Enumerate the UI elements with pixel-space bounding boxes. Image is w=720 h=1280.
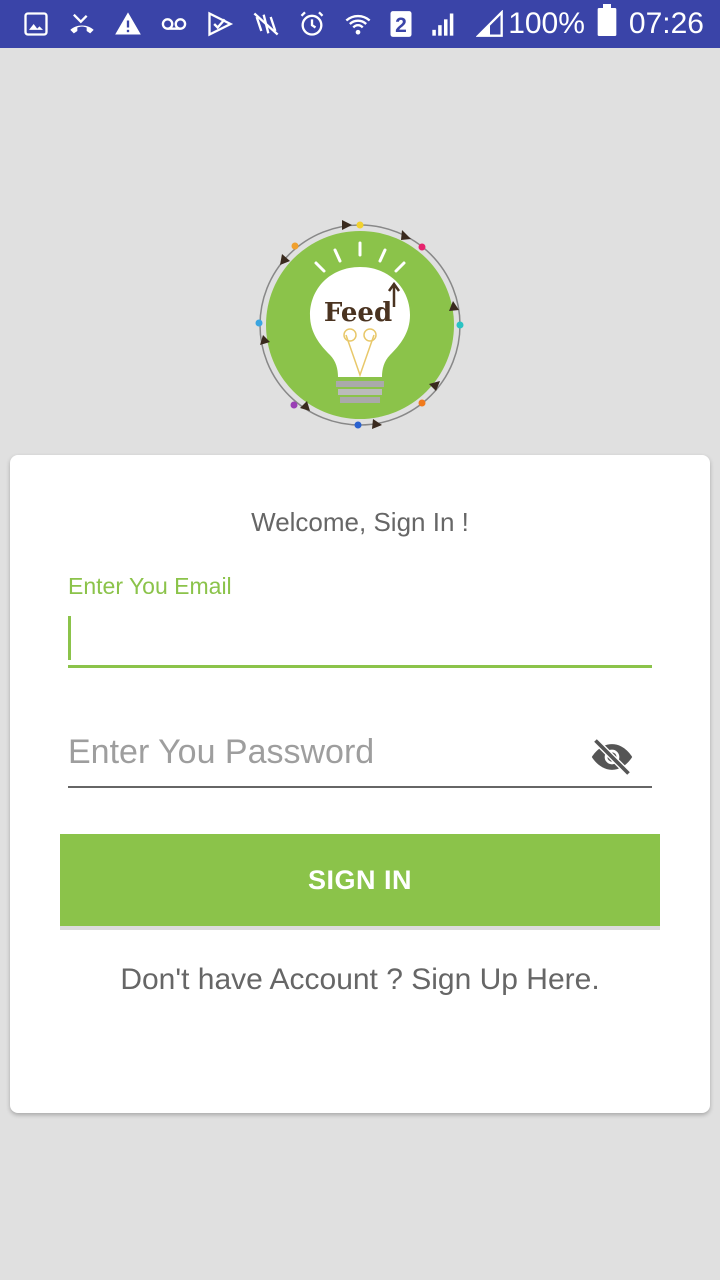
sign-up-link[interactable]: Don't have Account ? Sign Up Here.: [10, 963, 710, 997]
email-field-label: Enter You Email: [68, 573, 232, 599]
sign-in-card: Welcome, Sign In ! Enter You Email Enter…: [10, 455, 710, 1113]
welcome-heading: Welcome, Sign In !: [251, 507, 469, 537]
password-placeholder: Enter You Password: [68, 733, 375, 771]
email-field[interactable]: [68, 610, 652, 668]
clock: 07:26: [628, 7, 704, 40]
warning-icon: [112, 8, 144, 40]
status-bar: 2 100% 07:26: [0, 0, 720, 48]
signal-icon-2: [474, 8, 506, 40]
app-logo: Feed: [250, 215, 470, 435]
battery-percent: 100%: [508, 7, 585, 40]
logo-text: Feed: [324, 298, 392, 328]
visibility-off-icon[interactable]: [590, 735, 634, 779]
password-field[interactable]: Enter You Password: [68, 725, 652, 788]
sim-icon: 2: [388, 8, 414, 40]
sign-in-button[interactable]: SIGN IN: [60, 834, 660, 930]
wifi-icon: [342, 8, 374, 40]
voicemail-icon: [158, 8, 190, 40]
battery-icon: [595, 4, 619, 44]
svg-text:2: 2: [395, 14, 407, 37]
signal-icon: [428, 8, 460, 40]
nfc-icon: [250, 8, 282, 40]
missed-call-icon: [66, 8, 98, 40]
text-caret: [68, 616, 71, 660]
check-icon: [204, 8, 236, 40]
alarm-icon: [296, 8, 328, 40]
image-icon: [20, 8, 52, 40]
